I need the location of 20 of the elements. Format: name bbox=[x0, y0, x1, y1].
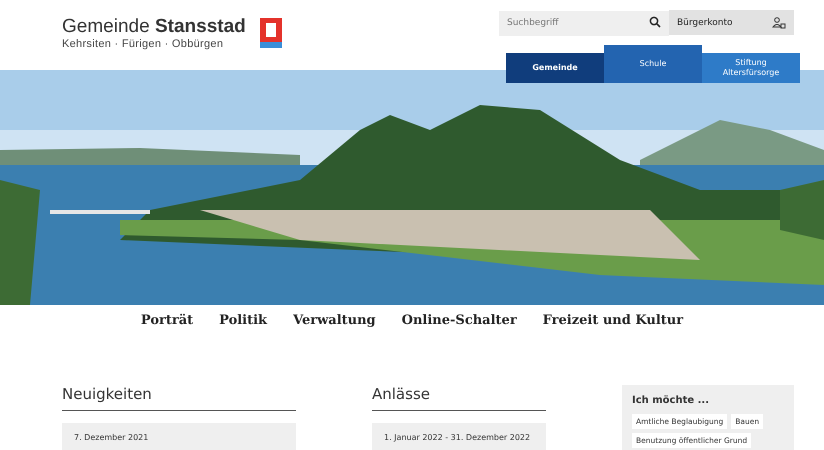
news-card[interactable]: 7. Dezember 2021 bbox=[62, 423, 296, 450]
account-button[interactable]: Bürgerkonto bbox=[669, 10, 794, 35]
search-icon[interactable] bbox=[649, 16, 661, 28]
section-heading: Neuigkeiten bbox=[62, 385, 296, 411]
section-heading: Anlässe bbox=[372, 385, 546, 411]
nav-tab[interactable]: Gemeinde bbox=[506, 53, 604, 83]
main-nav-link[interactable]: Online-Schalter bbox=[402, 313, 517, 345]
search-field[interactable]: Suchbegriff bbox=[499, 10, 669, 36]
main-nav-link[interactable]: Porträt bbox=[140, 313, 194, 345]
main-nav-link[interactable]: Verwaltung bbox=[293, 313, 376, 345]
site-title[interactable]: Gemeinde Stansstad bbox=[62, 16, 246, 38]
user-icon bbox=[772, 16, 786, 28]
nav-tab[interactable]: Schule bbox=[604, 45, 702, 83]
main-nav-link[interactable]: Politik bbox=[219, 313, 268, 345]
site-subtitle: Kehrsiten · Fürigen · Obbürgen bbox=[62, 38, 224, 50]
panel-heading: Ich möchte ... bbox=[632, 395, 710, 406]
main-nav-link[interactable]: Freizeit und Kultur bbox=[542, 313, 684, 345]
crest-icon bbox=[260, 18, 282, 48]
event-card[interactable]: 1. Januar 2022 - 31. Dezember 2022 bbox=[372, 423, 546, 450]
nav-tab[interactable]: Stiftung Altersfürsorge bbox=[702, 53, 800, 83]
